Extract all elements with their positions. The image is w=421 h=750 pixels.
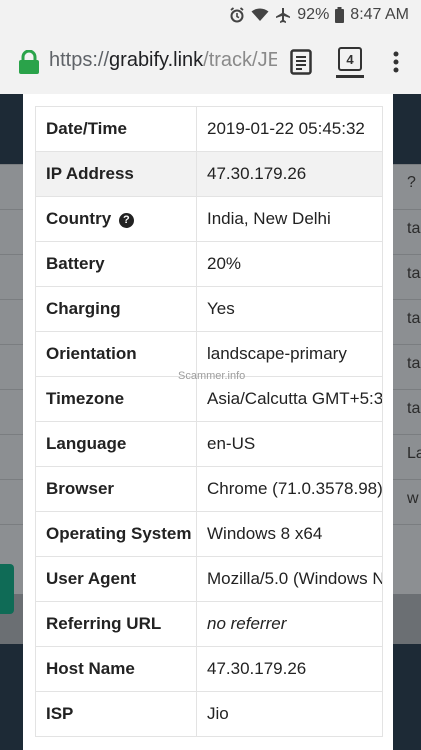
row-value: no referrer [196, 601, 383, 647]
details-table-wrapper: Date/Time 2019-01-22 05:45:32 IP Address… [35, 106, 383, 737]
row-value: 47.30.179.26 [196, 151, 383, 197]
address-bar[interactable]: https://grabify.link/track/JE [49, 49, 277, 72]
background-green-button [0, 564, 14, 614]
background-text: ta [407, 265, 421, 282]
lock-icon[interactable] [18, 49, 40, 74]
table-row: Referring URL no referrer [35, 601, 383, 647]
clock-time: 8:47 AM [350, 6, 409, 23]
row-label: IP Address [35, 151, 197, 197]
background-text: ta [407, 400, 421, 417]
airplane-icon [275, 7, 291, 23]
row-label: Date/Time [35, 106, 197, 152]
row-label: Language [35, 421, 197, 467]
more-menu-icon[interactable] [390, 51, 402, 73]
row-label: ISP [35, 691, 197, 737]
row-label: User Agent [35, 556, 197, 602]
row-value: Windows 8 x64 [196, 511, 383, 557]
background-text: ta [407, 355, 421, 372]
table-row: User Agent Mozilla/5.0 (Windows NT [35, 556, 383, 602]
alarm-icon [229, 7, 245, 23]
row-value: Jio [196, 691, 383, 737]
url-path: /track/JE [203, 49, 277, 71]
row-value: Chrome (71.0.3578.98) [196, 466, 383, 512]
table-row: Country ? India, New Delhi [35, 196, 383, 242]
row-value: Mozilla/5.0 (Windows NT [196, 556, 383, 602]
table-row: Battery 20% [35, 241, 383, 287]
row-label: Referring URL [35, 601, 197, 647]
background-text: La [407, 445, 421, 462]
table-row: Host Name 47.30.179.26 [35, 646, 383, 692]
row-value: 20% [196, 241, 383, 287]
row-value: India, New Delhi [196, 196, 383, 242]
status-bar: 92% 8:47 AM [0, 0, 421, 30]
url-host: grabify.link [109, 49, 204, 71]
row-value: Yes [196, 286, 383, 332]
details-table: Date/Time 2019-01-22 05:45:32 IP Address… [35, 106, 383, 737]
row-value: 47.30.179.26 [196, 646, 383, 692]
battery-level: 92% [297, 6, 330, 23]
watermark-text: Scammer.info [178, 370, 246, 382]
table-row: Language en-US [35, 421, 383, 467]
row-label: Host Name [35, 646, 197, 692]
row-label: Timezone [35, 376, 197, 422]
row-label: Operating System [35, 511, 197, 557]
row-label: Battery [35, 241, 197, 287]
table-row: Charging Yes [35, 286, 383, 332]
background-text: ta [407, 310, 421, 327]
table-row: Date/Time 2019-01-22 05:45:32 [35, 106, 383, 152]
reader-mode-icon[interactable] [290, 49, 312, 75]
help-icon[interactable]: ? [118, 213, 134, 228]
url-scheme: https:// [49, 49, 110, 71]
browser-toolbar: https://grabify.link/track/JE 4 [0, 30, 421, 94]
wifi-icon [251, 8, 269, 22]
battery-icon [335, 7, 345, 23]
row-label: Orientation [35, 331, 197, 377]
tracking-details-modal: Date/Time 2019-01-22 05:45:32 IP Address… [23, 94, 393, 750]
row-label: Charging [35, 286, 197, 332]
row-value: 2019-01-22 05:45:32 [196, 106, 383, 152]
row-label: Country [46, 209, 112, 228]
row-label: Browser [35, 466, 197, 512]
table-row: Operating System Windows 8 x64 [35, 511, 383, 557]
table-row: Browser Chrome (71.0.3578.98) [35, 466, 383, 512]
tab-switcher-button[interactable]: 4 [338, 47, 362, 71]
table-row: Timezone Asia/Calcutta GMT+5:30 [35, 376, 383, 422]
tab-switcher-underline [336, 75, 364, 78]
row-label-cell: Country ? [35, 196, 197, 242]
table-row: IP Address 47.30.179.26 [35, 151, 383, 197]
row-value: Asia/Calcutta GMT+5:30 [196, 376, 383, 422]
background-text: ? [407, 174, 416, 191]
row-value: en-US [196, 421, 383, 467]
background-text: w [407, 490, 419, 507]
table-row: ISP Jio [35, 691, 383, 737]
background-text: ta [407, 220, 421, 237]
